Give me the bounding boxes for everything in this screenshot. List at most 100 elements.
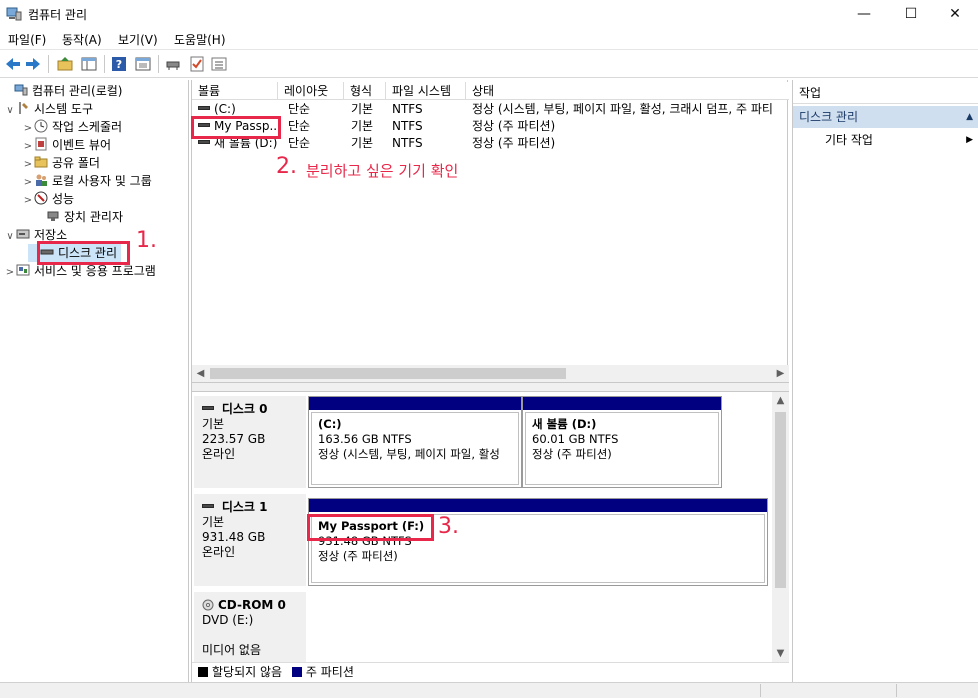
actions-section-disk-management[interactable]: 디스크 관리 ▲ bbox=[793, 106, 978, 128]
menu-help[interactable]: 도움말(H) bbox=[170, 31, 230, 48]
column-header-type[interactable]: 형식 bbox=[344, 82, 386, 100]
disk-1-label[interactable]: 디스크 1 기본 931.48 GB 온라인 bbox=[194, 494, 306, 586]
window-title: 컴퓨터 관리 bbox=[28, 8, 88, 22]
action-more-actions[interactable]: 기타 작업 ▶ bbox=[793, 130, 978, 150]
action-label: 기타 작업 bbox=[825, 133, 873, 147]
scroll-right-icon[interactable]: ▶ bbox=[772, 365, 789, 382]
disk-map-vscrollbar[interactable]: ▲ ▼ bbox=[772, 392, 789, 662]
annotation-box-step1 bbox=[37, 241, 130, 265]
column-header-filesystem[interactable]: 파일 시스템 bbox=[386, 82, 466, 100]
scroll-up-icon[interactable]: ▲ bbox=[772, 392, 789, 409]
partition-name: 새 볼륨 (D:) bbox=[532, 417, 597, 431]
collapse-up-icon[interactable]: ▲ bbox=[966, 106, 973, 128]
partition-my-passport[interactable]: My Passport (F:) 931.48 GB NTFS 정상 (주 파티… bbox=[308, 498, 768, 586]
users-icon bbox=[36, 174, 47, 186]
close-button[interactable]: ✕ bbox=[932, 0, 978, 28]
volume-list-hscrollbar[interactable]: ◀ ▶ bbox=[192, 365, 789, 382]
partition-status: 정상 (시스템, 부팅, 페이지 파일, 활성 bbox=[318, 447, 500, 461]
disk-size: 223.57 GB bbox=[202, 432, 266, 446]
event-viewer-icon bbox=[35, 137, 47, 151]
folder-up-icon[interactable] bbox=[56, 55, 74, 73]
pane-splitter[interactable] bbox=[192, 382, 789, 392]
hscroll-thumb[interactable] bbox=[210, 368, 566, 379]
cdrom-0-label[interactable]: CD-ROM 0 DVD (E:) 미디어 없음 bbox=[194, 592, 306, 662]
tree-expander[interactable]: > bbox=[22, 192, 34, 210]
partition-size: 163.56 GB NTFS bbox=[318, 432, 412, 446]
volume-row[interactable]: 새 볼륨 (D:) 단순 기본 NTFS 정상 (주 파티션) bbox=[192, 135, 789, 152]
tree-item-shared-folders[interactable]: > 공유 폴더 bbox=[22, 154, 100, 172]
disk-0-label[interactable]: 디스크 0 기본 223.57 GB 온라인 bbox=[194, 396, 306, 488]
annotation-step1: 1. bbox=[136, 228, 157, 253]
partition-c[interactable]: (C:) 163.56 GB NTFS 정상 (시스템, 부팅, 페이지 파일,… bbox=[308, 396, 522, 488]
tree-expander[interactable]: > bbox=[4, 264, 16, 282]
tree-item-device-manager[interactable]: 장치 관리자 bbox=[34, 208, 123, 226]
status-bar bbox=[0, 682, 978, 698]
menu-file[interactable]: 파일(F) bbox=[4, 31, 50, 48]
help-icon[interactable]: ? bbox=[110, 55, 128, 73]
layout-cell: 단순 bbox=[288, 102, 311, 116]
vscroll-thumb[interactable] bbox=[775, 412, 786, 588]
back-arrow-icon[interactable] bbox=[4, 55, 22, 73]
partition-d[interactable]: 새 볼륨 (D:) 60.01 GB NTFS 정상 (주 파티션) bbox=[522, 396, 722, 488]
computer-management-icon bbox=[6, 7, 22, 21]
tools-icon bbox=[19, 102, 28, 114]
volume-name: (C:) bbox=[214, 102, 236, 116]
scroll-left-icon[interactable]: ◀ bbox=[192, 365, 209, 382]
disk-state: 미디어 없음 bbox=[202, 643, 262, 657]
drive-icon bbox=[198, 140, 210, 144]
forward-arrow-icon[interactable] bbox=[24, 55, 42, 73]
actions-section-label: 디스크 관리 bbox=[799, 110, 859, 124]
tree-item-event-viewer[interactable]: > 이벤트 뷰어 bbox=[22, 136, 111, 154]
tree-item-computer-management[interactable]: 컴퓨터 관리(로컬) bbox=[2, 82, 122, 100]
partition-details: 새 볼륨 (D:) 60.01 GB NTFS 정상 (주 파티션) bbox=[525, 412, 719, 485]
disk-type: 기본 bbox=[202, 515, 225, 529]
tree-item-label: 저장소 bbox=[34, 228, 68, 242]
volume-row[interactable]: (C:) 단순 기본 NTFS 정상 (시스템, 부팅, 페이지 파일, 활성,… bbox=[192, 101, 789, 118]
primary-partition-bar bbox=[309, 397, 521, 410]
navigation-tree: 컴퓨터 관리(로컬) ∨ 시스템 도구 > 작업 스케줄러 > 이벤트 뷰어 > 공유 … bbox=[0, 80, 189, 682]
menu-action[interactable]: 동작(A) bbox=[58, 31, 106, 48]
toolbar-separator bbox=[158, 55, 159, 73]
connect-icon[interactable] bbox=[164, 55, 182, 73]
tree-item-local-users-groups[interactable]: > 로컬 사용자 및 그룹 bbox=[22, 172, 152, 190]
minimize-button[interactable]: — bbox=[841, 0, 887, 28]
annotation-box-step3 bbox=[307, 514, 434, 541]
clock-icon bbox=[34, 119, 48, 133]
unallocated-swatch bbox=[198, 667, 208, 677]
partition-legend: 할당되지 않음 주 파티션 bbox=[192, 662, 789, 682]
column-header-layout[interactable]: 레이아웃 bbox=[278, 82, 344, 100]
partition-status: 정상 (주 파티션) bbox=[318, 549, 398, 563]
partition-size: 60.01 GB NTFS bbox=[532, 432, 619, 446]
actions-header: 작업 bbox=[793, 82, 978, 104]
annotation-step2-text: 분리하고 싶은 기기 확인 bbox=[306, 162, 459, 180]
tree-item-task-scheduler[interactable]: > 작업 스케줄러 bbox=[22, 118, 122, 136]
menu-view[interactable]: 보기(V) bbox=[114, 31, 162, 48]
primary-partition-bar bbox=[523, 397, 721, 410]
disk-name: 디스크 1 bbox=[221, 500, 268, 514]
tree-item-performance[interactable]: > 성능 bbox=[22, 190, 74, 208]
computer-management-icon bbox=[14, 84, 28, 96]
status-separator bbox=[760, 684, 761, 697]
partition-status: 정상 (주 파티션) bbox=[532, 447, 612, 461]
tree-expander[interactable]: ∨ bbox=[4, 102, 16, 120]
volume-row[interactable]: My Passp... 단순 기본 NTFS 정상 (주 파티션) bbox=[192, 118, 789, 135]
list-icon[interactable] bbox=[210, 55, 228, 73]
column-header-status[interactable]: 상태 bbox=[466, 82, 789, 100]
scroll-down-icon[interactable]: ▼ bbox=[772, 645, 789, 662]
column-header-volume[interactable]: 볼륨 bbox=[192, 82, 278, 100]
drive-icon bbox=[202, 406, 214, 410]
maximize-button[interactable]: ☐ bbox=[888, 0, 934, 28]
tree-item-label: 공유 폴더 bbox=[52, 156, 100, 170]
status-separator bbox=[896, 684, 897, 697]
toolbar-separator bbox=[48, 55, 49, 73]
properties-icon[interactable] bbox=[134, 55, 152, 73]
type-cell: 기본 bbox=[351, 102, 374, 116]
tree-item-label: 장치 관리자 bbox=[64, 210, 124, 224]
show-hide-tree-icon[interactable] bbox=[80, 55, 98, 73]
check-icon[interactable] bbox=[188, 55, 206, 73]
cdrom-icon bbox=[202, 599, 214, 611]
tree-item-system-tools[interactable]: ∨ 시스템 도구 bbox=[4, 100, 93, 118]
actions-pane: 작업 디스크 관리 ▲ 기타 작업 ▶ bbox=[792, 80, 978, 682]
menu-bar: 파일(F) 동작(A) 보기(V) 도움말(H) bbox=[0, 28, 978, 50]
tree-expander[interactable]: ∨ bbox=[4, 228, 16, 246]
